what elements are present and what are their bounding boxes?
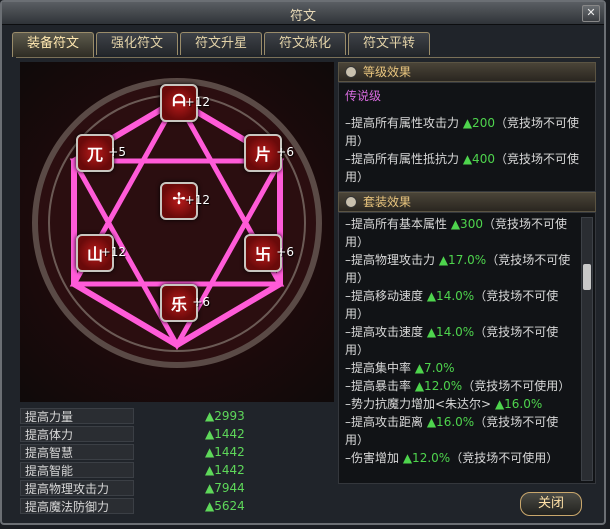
level-effect-header[interactable]: 等级效果 — [338, 62, 596, 82]
stat-list: 提高力量 ▲2993 提高体力 ▲1442 提高智慧 ▲1442 提高智能 ▲1… — [20, 408, 334, 516]
rune-level: +6 — [192, 295, 210, 309]
tab-enhance-rune[interactable]: 强化符文 — [96, 32, 178, 55]
stat-name: 提高力量 — [20, 408, 134, 424]
close-icon[interactable]: ✕ — [582, 5, 600, 22]
effect-line: –提高集中率 ▲7.0% — [345, 361, 455, 375]
grade-label: 传说级 — [345, 89, 382, 103]
rune-circle: ᗩ +12 兀 +5 片 +6 ✢ +12 山 +12 卐 +6 乐 +6 — [20, 62, 334, 402]
set-effect-box: –提高所有基本属性 ▲300（竞技场不可使用） –提高物理攻击力 ▲17.0%（… — [338, 212, 596, 484]
rune-slot-lower-left[interactable]: 山 +12 — [76, 234, 126, 272]
rune-level: +6 — [276, 145, 294, 159]
stat-row: 提高力量 ▲2993 — [20, 408, 334, 425]
stat-row: 提高智慧 ▲1442 — [20, 444, 334, 461]
stat-name: 提高魔法防御力 — [20, 498, 134, 514]
stat-name: 提高智慧 — [20, 444, 134, 460]
window-title: 符文 — [289, 9, 316, 24]
rune-slot-upper-left[interactable]: 兀 +5 — [76, 134, 126, 172]
effect-line: –势力抗魔力增加<朱达尔> ▲16.0% — [345, 397, 543, 411]
stat-value: ▲2993 — [205, 409, 245, 423]
stat-value: ▲7944 — [205, 481, 245, 495]
stat-row: 提高体力 ▲1442 — [20, 426, 334, 443]
rune-window: 符文 ✕ 装备符文 强化符文 符文升星 符文炼化 符文平转 ᗩ +12 兀 +5 — [0, 0, 606, 525]
tab-equip-rune[interactable]: 装备符文 — [12, 32, 94, 57]
stat-row: 提高物理攻击力 ▲7944 — [20, 480, 334, 497]
close-button[interactable]: 关闭 — [520, 492, 582, 516]
set-effect-scrollbar[interactable] — [581, 217, 593, 481]
tab-rune-refine[interactable]: 符文炼化 — [264, 32, 346, 55]
rune-slot-lower-right[interactable]: 卐 +6 — [244, 234, 294, 272]
main-panel: ᗩ +12 兀 +5 片 +6 ✢ +12 山 +12 卐 +6 乐 +6 提高… — [16, 57, 600, 518]
stat-name: 提高体力 — [20, 426, 134, 442]
rune-glyph-icon: 片 — [254, 145, 271, 164]
level-effect-box: 传说级 –提高所有属性攻击力 ▲200（竞技场不可使用） –提高所有属性抵抗力 … — [338, 82, 596, 192]
rune-slot-top[interactable]: ᗩ +12 — [160, 84, 210, 122]
effect-line: –提高攻击速度 ▲14.0%（竞技场不可使用） — [345, 325, 559, 357]
rune-level: +12 — [184, 95, 210, 109]
rune-slot-center[interactable]: ✢ +12 — [160, 182, 210, 220]
effects-panel: 等级效果 传说级 –提高所有属性攻击力 ▲200（竞技场不可使用） –提高所有属… — [338, 62, 596, 484]
effect-line: –提高所有基本属性 ▲300（竞技场不可使用） — [345, 217, 567, 249]
rune-level: +12 — [184, 193, 210, 207]
effect-line: –提高攻击距离 ▲16.0%（竞技场不可使用） — [345, 415, 559, 447]
stat-row: 提高智能 ▲1442 — [20, 462, 334, 479]
rune-level: +12 — [100, 245, 126, 259]
stat-value: ▲1442 — [205, 427, 245, 441]
effect-line: –提高所有属性抵抗力 ▲400（竞技场不可使用） — [345, 152, 579, 184]
set-effect-list: –提高所有基本属性 ▲300（竞技场不可使用） –提高物理攻击力 ▲17.0%（… — [339, 215, 573, 467]
rune-slot-upper-right[interactable]: 片 +6 — [244, 134, 294, 172]
stat-name: 提高智能 — [20, 462, 134, 478]
rune-slot-bottom[interactable]: 乐 +6 — [160, 284, 210, 322]
rune-glyph-icon: 乐 — [170, 295, 187, 314]
effect-line: –提高所有属性攻击力 ▲200（竞技场不可使用） — [345, 116, 579, 148]
stat-value: ▲5624 — [205, 499, 245, 513]
rune-glyph-icon: 卐 — [254, 245, 271, 264]
section-bullet-icon — [345, 66, 357, 78]
level-effect-title: 等级效果 — [363, 65, 412, 79]
effect-line: –提高物理攻击力 ▲17.0%（竞技场不可使用） — [345, 253, 571, 285]
stat-value: ▲1442 — [205, 445, 245, 459]
tab-rune-transfer[interactable]: 符文平转 — [348, 32, 430, 55]
stat-row: 提高魔法防御力 ▲5624 — [20, 498, 334, 515]
rune-level: +5 — [108, 145, 126, 159]
rune-level: +6 — [276, 245, 294, 259]
title-bar[interactable]: 符文 ✕ — [2, 2, 604, 25]
rune-glyph-icon: 兀 — [86, 145, 103, 164]
section-bullet-icon — [345, 196, 357, 208]
stat-value: ▲1442 — [205, 463, 245, 477]
tab-rune-star[interactable]: 符文升星 — [180, 32, 262, 55]
effect-line: –提高移动速度 ▲14.0%（竞技场不可使用） — [345, 289, 559, 321]
scrollbar-thumb[interactable] — [583, 264, 591, 290]
set-effect-header[interactable]: 套装效果 — [338, 192, 596, 212]
effect-line: –伤害增加 ▲12.0%（竞技场不可使用） — [345, 451, 559, 465]
effect-line: –提高暴击率 ▲12.0%（竞技场不可使用） — [345, 379, 571, 393]
stat-name: 提高物理攻击力 — [20, 480, 134, 496]
set-effect-title: 套装效果 — [363, 195, 412, 209]
